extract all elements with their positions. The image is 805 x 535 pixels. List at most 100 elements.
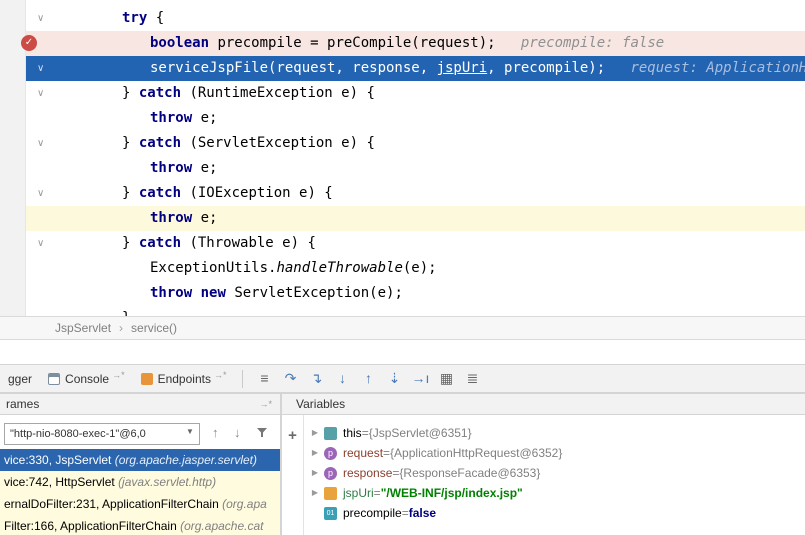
fold-marker-icon[interactable]: ∨ [37,81,44,106]
variable-row[interactable]: ▶presponse = {ResponseFacade@6353} [308,463,805,483]
code-token: e; [192,110,217,126]
code-text: } catch (Throwable e) { [0,231,805,256]
fold-marker-icon[interactable]: ∨ [37,231,44,256]
code-token: catch [139,135,181,151]
code-token: throw [150,160,192,176]
variable-name: jspUri [343,483,374,503]
code-line[interactable]: ∨} catch (ServletException e) { [0,131,805,156]
show-execution-point-icon[interactable]: ↷ [277,370,303,387]
code-line[interactable]: throw e; [0,156,805,181]
code-token: new [201,285,226,301]
variables-panel-header: Variables [282,393,805,415]
frame-location: vice:742, HttpServlet [4,475,118,489]
step-into-icon[interactable]: ↓ [329,370,355,386]
thread-selector-value: "http-nio-8080-exec-1"@6,0 [10,428,146,440]
code-line[interactable]: ✓boolean precompile = preCompile(request… [0,31,805,56]
variable-row[interactable]: ▶prequest = {ApplicationHttpRequest@6352… [308,443,805,463]
equals-sign: = [402,503,409,523]
code-token: (Throwable e) { [181,235,316,251]
code-line[interactable]: ∨serviceJspFile(request, response, jspUr… [0,56,805,81]
stack-frame-row[interactable]: vice:742, HttpServlet (javax.servlet.htt… [0,471,280,493]
equals-sign: = [374,483,381,503]
add-watch-icon[interactable]: + [288,427,297,444]
layout-settings-icon[interactable]: ≡ [251,370,277,386]
filter-icon[interactable] [256,426,268,441]
code-text: try { [0,6,805,31]
run-to-cursor-icon[interactable]: →ı [407,370,433,386]
step-over-icon[interactable]: ↴ [303,370,329,387]
variable-value: {JspServlet@6351} [369,423,472,443]
fold-marker-icon[interactable]: ∨ [37,181,44,206]
chevron-down-icon[interactable]: ▼ [186,427,194,436]
code-token: request: ApplicationHttpRe [614,60,805,76]
stack-frame-row[interactable]: Filter:166, ApplicationFilterChain (org.… [0,515,280,535]
view-layout-icon[interactable]: ▦ [433,370,459,387]
tab-endpoints-label: Endpoints [158,372,211,386]
tab-console-label: Console [65,372,109,386]
frame-package: (org.apache.jasper.servlet) [115,453,257,467]
tab-endpoints[interactable]: Endpoints →* [133,365,235,392]
debug-panels: rames →* "http-nio-8080-exec-1"@6,0 ▼ ↑ … [0,393,805,535]
code-lines-container: ∨try {✓boolean precompile = preCompile(r… [0,6,805,316]
code-token: catch [139,85,181,101]
code-token: throw [150,285,192,301]
variable-name: precompile [343,503,402,523]
breadcrumb-item-method[interactable]: service() [131,321,177,335]
code-line[interactable]: ∨try { [0,6,805,31]
stack-frames-list: vice:330, JspServlet (org.apache.jasper.… [0,449,280,535]
breadcrumb-separator: › [119,321,123,335]
fold-marker-icon[interactable]: ∨ [37,131,44,156]
debug-action-icons: ≡↷↴↓↑⇣→ı▦≣ [251,370,485,387]
frame-location: Filter:166, ApplicationFilterChain [4,519,180,533]
fold-marker-icon[interactable]: ∨ [37,56,44,81]
expand-icon[interactable]: ▶ [308,483,322,503]
tab-debugger-label: gger [8,372,32,386]
code-line[interactable]: throw e; [0,106,805,131]
frames-header-badge: →* [259,394,272,414]
code-line[interactable]: ∨} catch (IOException e) { [0,181,805,206]
code-line[interactable]: throw e; [0,206,805,231]
expand-icon[interactable]: ▶ [308,463,322,483]
breadcrumb-item-class[interactable]: JspServlet [55,321,111,335]
frame-package: (org.apache.cat [180,519,263,533]
frame-down-icon[interactable]: ↓ [234,425,241,440]
frame-package: (org.apa [222,497,267,511]
code-token: (IOException e) { [181,185,333,201]
frames-panel: rames →* "http-nio-8080-exec-1"@6,0 ▼ ↑ … [0,393,280,535]
variables-title: Variables [288,397,345,411]
more-options-icon[interactable]: ≣ [459,370,485,387]
code-text: serviceJspFile(request, response, jspUri… [0,56,805,81]
code-token [192,285,200,301]
code-line[interactable]: ∨} catch (Throwable e) { [0,231,805,256]
editor-bottom-gap [0,341,805,364]
variable-row[interactable]: 01precompile = false [308,503,805,523]
code-line[interactable]: throw new ServletException(e); [0,281,805,306]
prim-variable-icon: 01 [324,507,337,520]
frame-up-icon[interactable]: ↑ [212,425,219,440]
tab-debugger[interactable]: gger [0,365,40,392]
code-editor[interactable]: ∨try {✓boolean precompile = preCompile(r… [0,0,805,316]
code-text: ExceptionUtils.handleThrowable(e); [0,256,805,281]
force-step-into-icon[interactable]: ⇣ [381,370,407,387]
variable-row[interactable]: ▶jspUri = "/WEB-INF/jsp/index.jsp" [308,483,805,503]
stack-frame-row[interactable]: vice:330, JspServlet (org.apache.jasper.… [0,449,280,471]
expand-icon[interactable]: ▶ [308,423,322,443]
variable-row[interactable]: ▶this = {JspServlet@6351} [308,423,805,443]
code-line[interactable]: } [0,306,805,316]
stack-frame-row[interactable]: ernalDoFilter:231, ApplicationFilterChai… [0,493,280,515]
code-line[interactable]: ExceptionUtils.handleThrowable(e); [0,256,805,281]
code-line[interactable]: ∨} catch (RuntimeException e) { [0,81,805,106]
console-icon [48,373,60,385]
thread-selector-dropdown[interactable]: "http-nio-8080-exec-1"@6,0 [4,423,200,445]
variable-value: {ResponseFacade@6353} [399,463,540,483]
expand-icon[interactable]: ▶ [308,443,322,463]
step-out-icon[interactable]: ↑ [355,370,381,386]
fold-marker-icon[interactable]: ∨ [37,6,44,31]
code-token: } [122,135,139,151]
breakpoint-icon[interactable]: ✓ [21,35,37,51]
tab-console[interactable]: Console →* [40,365,133,392]
code-token: boolean [150,35,209,51]
code-text: throw new ServletException(e); [0,281,805,306]
frame-package: (javax.servlet.http) [118,475,216,489]
code-text: throw e; [0,156,805,181]
